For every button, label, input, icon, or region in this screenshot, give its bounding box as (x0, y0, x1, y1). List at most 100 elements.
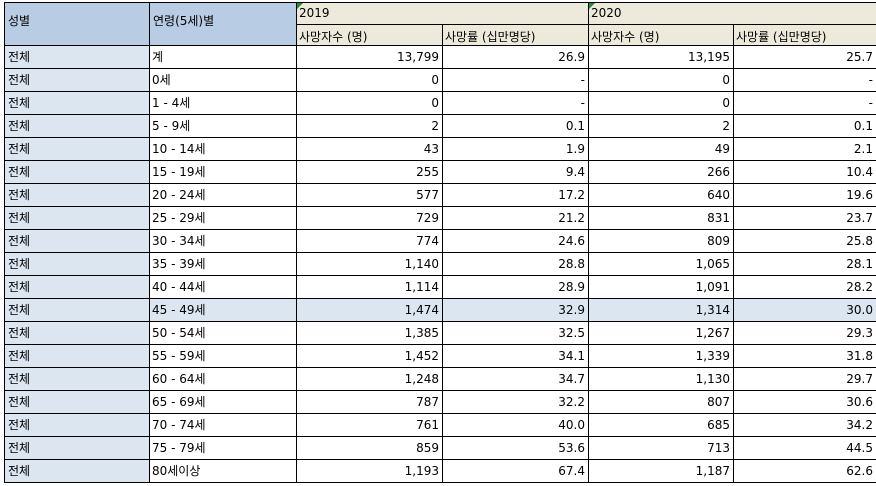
cell-deaths-2020[interactable]: 1,187 (589, 460, 734, 483)
cell-rate-2020[interactable]: 23.7 (734, 207, 876, 230)
cell-age-group[interactable]: 30 - 34세 (150, 230, 297, 253)
cell-age-group[interactable]: 55 - 59세 (150, 345, 297, 368)
cell-sex[interactable]: 전체 (4, 391, 150, 414)
cell-rate-2020[interactable]: 62.6 (734, 460, 876, 483)
cell-deaths-2019[interactable]: 577 (297, 184, 443, 207)
cell-sex[interactable]: 전체 (4, 207, 150, 230)
cell-deaths-2020[interactable]: 831 (589, 207, 734, 230)
cell-sex[interactable]: 전체 (4, 345, 150, 368)
cell-deaths-2019[interactable]: 774 (297, 230, 443, 253)
cell-sex[interactable]: 전체 (4, 161, 150, 184)
cell-deaths-2019[interactable]: 787 (297, 391, 443, 414)
cell-sex[interactable]: 전체 (4, 115, 150, 138)
cell-rate-2020[interactable]: 19.6 (734, 184, 876, 207)
header-year-2020[interactable]: 2020 (589, 2, 876, 25)
cell-sex[interactable]: 전체 (4, 184, 150, 207)
cell-age-group[interactable]: 20 - 24세 (150, 184, 297, 207)
cell-age-group[interactable]: 65 - 69세 (150, 391, 297, 414)
cell-rate-2020[interactable]: 31.8 (734, 345, 876, 368)
cell-deaths-2019[interactable]: 1,452 (297, 345, 443, 368)
cell-rate-2019[interactable]: 0.1 (443, 115, 589, 138)
cell-sex[interactable]: 전체 (4, 368, 150, 391)
cell-deaths-2019[interactable]: 859 (297, 437, 443, 460)
cell-rate-2020[interactable]: 25.8 (734, 230, 876, 253)
cell-sex[interactable]: 전체 (4, 437, 150, 460)
cell-deaths-2019[interactable]: 0 (297, 69, 443, 92)
cell-deaths-2020[interactable]: 807 (589, 391, 734, 414)
cell-age-group[interactable]: 50 - 54세 (150, 322, 297, 345)
cell-rate-2019[interactable]: 32.9 (443, 299, 589, 322)
cell-deaths-2020[interactable]: 13,195 (589, 46, 734, 69)
cell-age-group[interactable]: 60 - 64세 (150, 368, 297, 391)
cell-age-group[interactable]: 5 - 9세 (150, 115, 297, 138)
cell-deaths-2019[interactable]: 2 (297, 115, 443, 138)
cell-deaths-2020[interactable]: 1,267 (589, 322, 734, 345)
cell-rate-2020[interactable]: 30.0 (734, 299, 876, 322)
cell-rate-2020[interactable]: 30.6 (734, 391, 876, 414)
cell-age-group[interactable]: 25 - 29세 (150, 207, 297, 230)
cell-deaths-2020[interactable]: 266 (589, 161, 734, 184)
cell-rate-2019[interactable]: 34.7 (443, 368, 589, 391)
cell-deaths-2019[interactable]: 1,140 (297, 253, 443, 276)
cell-deaths-2020[interactable]: 0 (589, 92, 734, 115)
cell-sex[interactable]: 전체 (4, 138, 150, 161)
cell-rate-2020[interactable]: - (734, 92, 876, 115)
cell-rate-2019[interactable]: 26.9 (443, 46, 589, 69)
cell-rate-2019[interactable]: 1.9 (443, 138, 589, 161)
cell-rate-2020[interactable]: 34.2 (734, 414, 876, 437)
cell-rate-2019[interactable]: 9.4 (443, 161, 589, 184)
header-year-2019[interactable]: 2019 (297, 2, 589, 25)
cell-age-group[interactable]: 40 - 44세 (150, 276, 297, 299)
cell-rate-2020[interactable]: 0.1 (734, 115, 876, 138)
cell-deaths-2019[interactable]: 1,474 (297, 299, 443, 322)
cell-deaths-2020[interactable]: 713 (589, 437, 734, 460)
cell-deaths-2020[interactable]: 1,130 (589, 368, 734, 391)
header-rate-2020[interactable]: 사망률 (십만명당) (734, 25, 876, 46)
cell-rate-2019[interactable]: - (443, 92, 589, 115)
cell-sex[interactable]: 전체 (4, 299, 150, 322)
cell-deaths-2019[interactable]: 0 (297, 92, 443, 115)
cell-rate-2019[interactable]: 34.1 (443, 345, 589, 368)
cell-deaths-2020[interactable]: 0 (589, 69, 734, 92)
cell-age-group[interactable]: 10 - 14세 (150, 138, 297, 161)
header-deaths-2019[interactable]: 사망자수 (명) (297, 25, 443, 46)
cell-age-group[interactable]: 0세 (150, 69, 297, 92)
cell-rate-2019[interactable]: 21.2 (443, 207, 589, 230)
cell-age-group[interactable]: 75 - 79세 (150, 437, 297, 460)
cell-rate-2019[interactable]: 28.8 (443, 253, 589, 276)
cell-deaths-2019[interactable]: 13,799 (297, 46, 443, 69)
cell-age-group[interactable]: 15 - 19세 (150, 161, 297, 184)
header-rate-2019[interactable]: 사망률 (십만명당) (443, 25, 589, 46)
cell-rate-2020[interactable]: 28.1 (734, 253, 876, 276)
cell-rate-2019[interactable]: 17.2 (443, 184, 589, 207)
cell-rate-2020[interactable]: 25.7 (734, 46, 876, 69)
cell-rate-2019[interactable]: 24.6 (443, 230, 589, 253)
cell-age-group[interactable]: 35 - 39세 (150, 253, 297, 276)
cell-age-group[interactable]: 80세이상 (150, 460, 297, 483)
cell-rate-2019[interactable]: 67.4 (443, 460, 589, 483)
cell-sex[interactable]: 전체 (4, 230, 150, 253)
cell-deaths-2019[interactable]: 255 (297, 161, 443, 184)
cell-deaths-2020[interactable]: 1,339 (589, 345, 734, 368)
cell-sex[interactable]: 전체 (4, 46, 150, 69)
cell-rate-2019[interactable]: - (443, 69, 589, 92)
cell-deaths-2019[interactable]: 761 (297, 414, 443, 437)
cell-rate-2019[interactable]: 32.5 (443, 322, 589, 345)
cell-rate-2020[interactable]: 28.2 (734, 276, 876, 299)
cell-deaths-2019[interactable]: 1,385 (297, 322, 443, 345)
cell-deaths-2020[interactable]: 685 (589, 414, 734, 437)
cell-deaths-2019[interactable]: 729 (297, 207, 443, 230)
cell-sex[interactable]: 전체 (4, 253, 150, 276)
cell-sex[interactable]: 전체 (4, 69, 150, 92)
cell-sex[interactable]: 전체 (4, 414, 150, 437)
cell-age-group[interactable]: 70 - 74세 (150, 414, 297, 437)
cell-age-group[interactable]: 1 - 4세 (150, 92, 297, 115)
cell-deaths-2020[interactable]: 2 (589, 115, 734, 138)
cell-sex[interactable]: 전체 (4, 322, 150, 345)
cell-rate-2020[interactable]: 10.4 (734, 161, 876, 184)
cell-sex[interactable]: 전체 (4, 276, 150, 299)
cell-sex[interactable]: 전체 (4, 92, 150, 115)
cell-rate-2019[interactable]: 53.6 (443, 437, 589, 460)
cell-age-group[interactable]: 45 - 49세 (150, 299, 297, 322)
cell-deaths-2019[interactable]: 1,248 (297, 368, 443, 391)
